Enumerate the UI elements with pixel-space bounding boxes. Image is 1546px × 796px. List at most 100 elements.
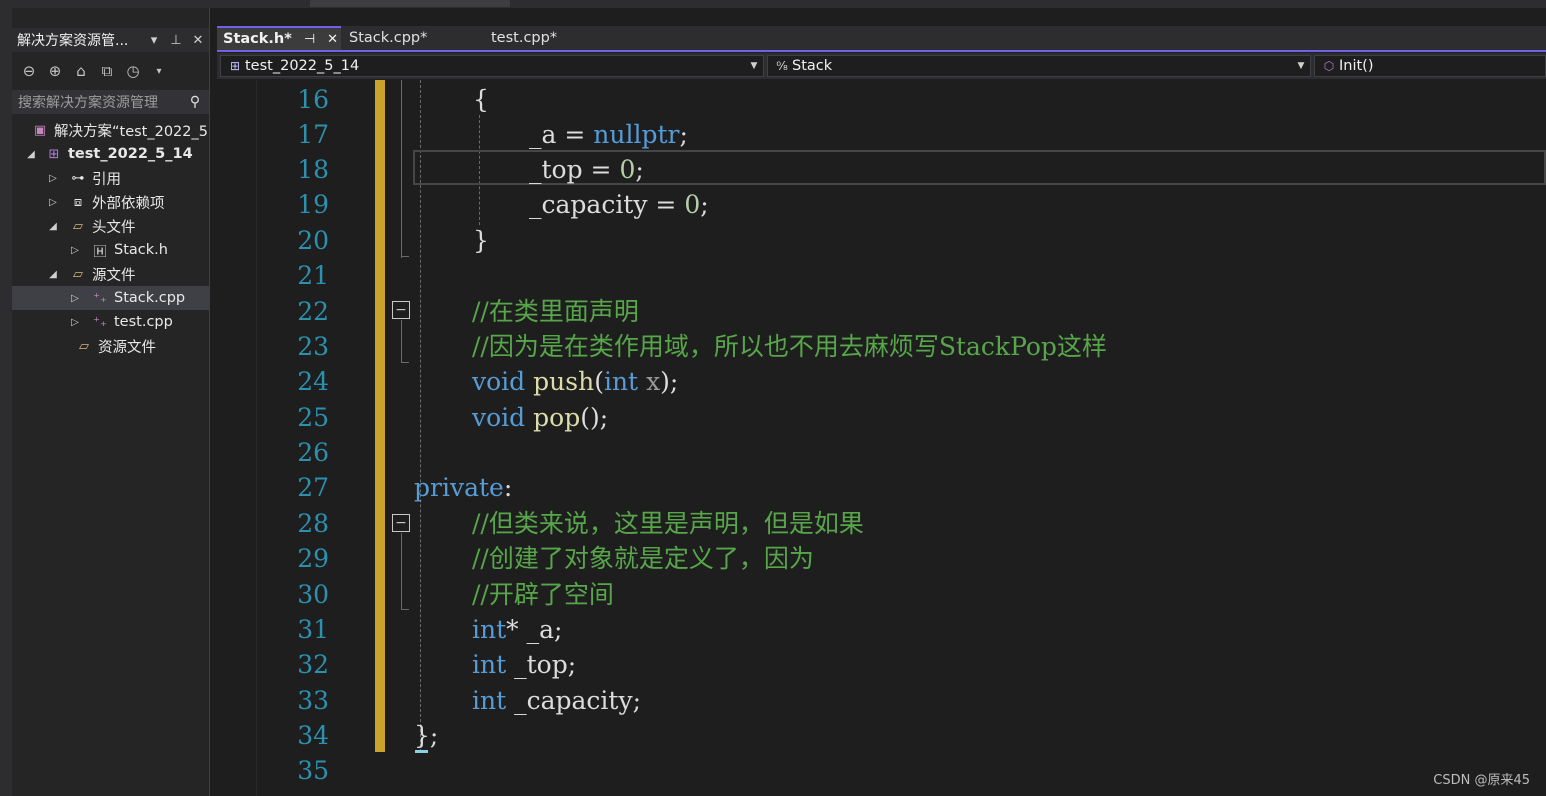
tab-label: Stack.h* xyxy=(223,31,292,47)
code-line-27[interactable]: private: xyxy=(414,470,512,505)
outline-end-tick xyxy=(401,609,409,610)
code-line-17[interactable]: _a = nullptr; xyxy=(529,117,688,152)
folder-filter-icon: ▱ xyxy=(73,266,83,282)
back-icon[interactable]: ⊖ xyxy=(18,62,40,80)
line-number: 35 xyxy=(297,756,329,785)
line-number: 21 xyxy=(297,261,329,290)
pin-icon[interactable]: ⊣ xyxy=(304,32,315,47)
tab-label: test.cpp* xyxy=(491,30,558,46)
dropdown-icon[interactable]: ▾ xyxy=(143,33,165,48)
line-number: 16 xyxy=(297,85,329,114)
tree-item-external-deps[interactable]: ▷ ⧈ 外部依赖项 xyxy=(12,190,209,214)
expand-arrow-icon[interactable]: ▷ xyxy=(68,317,82,328)
tree-item-stack-cpp[interactable]: ▷ ⁺₊ Stack.cpp xyxy=(12,286,209,310)
close-icon[interactable]: ✕ xyxy=(187,33,209,48)
tree-item-source-files[interactable]: ◢ ▱ 源文件 xyxy=(12,262,209,286)
tree-item-solution[interactable]: ▣ 解决方案“test_2022_5 xyxy=(12,118,209,142)
tree-item-test-cpp[interactable]: ▷ ⁺₊ test.cpp xyxy=(12,310,209,334)
tree-item-references[interactable]: ▷ ⊶ 引用 xyxy=(12,166,209,190)
code-line-24[interactable]: void push(int x); xyxy=(472,364,678,399)
line-number: 18 xyxy=(297,155,329,184)
header-file-icon: 🄷 xyxy=(93,244,107,260)
tree-item-project[interactable]: ◢ ⊞ test_2022_5_14 xyxy=(12,142,209,166)
chevron-down-icon[interactable]: ▼ xyxy=(1292,61,1310,71)
code-line-19[interactable]: _capacity = 0; xyxy=(529,187,709,222)
code-line-31[interactable]: int* _a; xyxy=(472,612,562,647)
outline-line xyxy=(401,80,402,258)
tab-stack-h[interactable]: Stack.h* ⊣ ✕ xyxy=(217,26,341,50)
code-line-30-comment[interactable]: //开辟了空间 xyxy=(472,577,614,612)
close-icon[interactable]: ✕ xyxy=(327,32,338,47)
line-number: 22 xyxy=(297,297,329,326)
line-number: 23 xyxy=(297,332,329,361)
expand-arrow-icon[interactable]: ▷ xyxy=(68,245,82,256)
history-icon[interactable]: ◷ xyxy=(122,62,144,80)
code-line-29-comment[interactable]: //创建了对象就是定义了，因为 xyxy=(472,541,814,576)
collapse-arrow-icon[interactable]: ◢ xyxy=(46,221,60,232)
outline-line xyxy=(401,320,402,362)
code-line-18[interactable]: _top = 0; xyxy=(529,152,644,187)
tab-label: Stack.cpp* xyxy=(349,30,428,46)
change-tracking-bar xyxy=(375,80,385,752)
line-number: 33 xyxy=(297,686,329,715)
project-icon: ⊞ xyxy=(229,59,241,73)
code-line-32[interactable]: int _top; xyxy=(472,647,576,682)
watermark: CSDN @原来45 xyxy=(1433,773,1530,788)
solution-icon: ▣ xyxy=(33,122,47,138)
toolbar-config-dropdown[interactable] xyxy=(310,0,390,7)
line-number: 24 xyxy=(297,367,329,396)
code-editor[interactable]: 16 17 18 19 20 21 22 23 24 25 26 27 28 2… xyxy=(217,80,1546,796)
forward-icon[interactable]: ⊕ xyxy=(44,62,66,80)
code-line-23-comment[interactable]: //因为是在类作用域，所以也不用去麻烦写StackPop这样 xyxy=(472,329,1107,364)
code-line-20[interactable]: } xyxy=(473,223,489,258)
document-tab-bar: Stack.h* ⊣ ✕ Stack.cpp* test.cpp* xyxy=(217,26,1546,52)
text-cursor-marker xyxy=(415,750,428,753)
member-dropdown[interactable]: ⬡ Init() xyxy=(1314,55,1546,77)
code-line-22-comment[interactable]: //在类里面声明 xyxy=(472,294,639,329)
line-number: 25 xyxy=(297,403,329,432)
tree-item-resource-files[interactable]: ▱ 资源文件 xyxy=(12,334,209,358)
pin-icon[interactable]: ⊥ xyxy=(165,33,187,48)
scope-dropdown-value: Stack xyxy=(792,58,833,74)
cpp-file-icon: ⁺₊ xyxy=(93,290,107,306)
line-number: 30 xyxy=(297,580,329,609)
collapse-region-icon[interactable]: − xyxy=(392,301,410,319)
chevron-down-icon[interactable]: ▾ xyxy=(148,66,170,77)
tab-stack-cpp[interactable]: Stack.cpp* xyxy=(343,26,483,50)
toolbar-platform-dropdown[interactable] xyxy=(385,0,510,7)
solution-explorer-title: 解决方案资源管... xyxy=(17,33,129,49)
code-line-25[interactable]: void pop(); xyxy=(472,400,608,435)
project-dropdown-value: test_2022_5_14 xyxy=(245,58,360,74)
line-number: 20 xyxy=(297,226,329,255)
search-icon[interactable]: ⚲ xyxy=(181,94,209,110)
outline-end-tick xyxy=(401,362,409,363)
outline-line xyxy=(401,533,402,609)
tree-item-header-files[interactable]: ◢ ▱ 头文件 xyxy=(12,214,209,238)
chevron-down-icon[interactable]: ▼ xyxy=(745,61,763,71)
navigation-bar: ⊞ test_2022_5_14 ▼ ⁰⁄₈ Stack ▼ ⬡ Init() xyxy=(217,53,1546,79)
collapse-arrow-icon[interactable]: ◢ xyxy=(46,269,60,280)
collapse-arrow-icon[interactable]: ◢ xyxy=(24,149,38,160)
expand-arrow-icon[interactable]: ▷ xyxy=(46,173,60,184)
collapse-region-icon[interactable]: − xyxy=(392,514,410,532)
search-placeholder: 搜索解决方案资源管理 xyxy=(18,95,158,111)
line-number: 31 xyxy=(297,615,329,644)
project-dropdown[interactable]: ⊞ test_2022_5_14 ▼ xyxy=(220,55,764,77)
home-icon[interactable]: ⌂ xyxy=(70,62,92,80)
code-line-34[interactable]: }; xyxy=(414,718,438,753)
switch-views-icon[interactable]: ⧉ xyxy=(96,62,118,80)
code-line-16[interactable]: { xyxy=(473,82,489,117)
line-number: 19 xyxy=(297,190,329,219)
expand-arrow-icon[interactable]: ▷ xyxy=(46,197,60,208)
line-number: 28 xyxy=(297,509,329,538)
expand-arrow-icon[interactable]: ▷ xyxy=(68,293,82,304)
glyph-margin xyxy=(217,80,257,796)
scope-dropdown[interactable]: ⁰⁄₈ Stack ▼ xyxy=(767,55,1311,77)
tree-item-stack-h[interactable]: ▷ 🄷 Stack.h xyxy=(12,238,209,262)
solution-search-input[interactable]: 搜索解决方案资源管理 ⚲ xyxy=(12,90,209,114)
solution-explorer: 解决方案资源管... ▾ ⊥ ✕ ⊖ ⊕ ⌂ ⧉ ◷ ▾ 搜索解决方案资源管理 … xyxy=(0,8,210,796)
code-line-33[interactable]: int _capacity; xyxy=(472,683,641,718)
class-icon: ⁰⁄₈ xyxy=(776,59,788,73)
tab-test-cpp[interactable]: test.cpp* xyxy=(485,26,613,50)
code-line-28-comment[interactable]: //但类来说，这里是声明，但是如果 xyxy=(472,506,864,541)
